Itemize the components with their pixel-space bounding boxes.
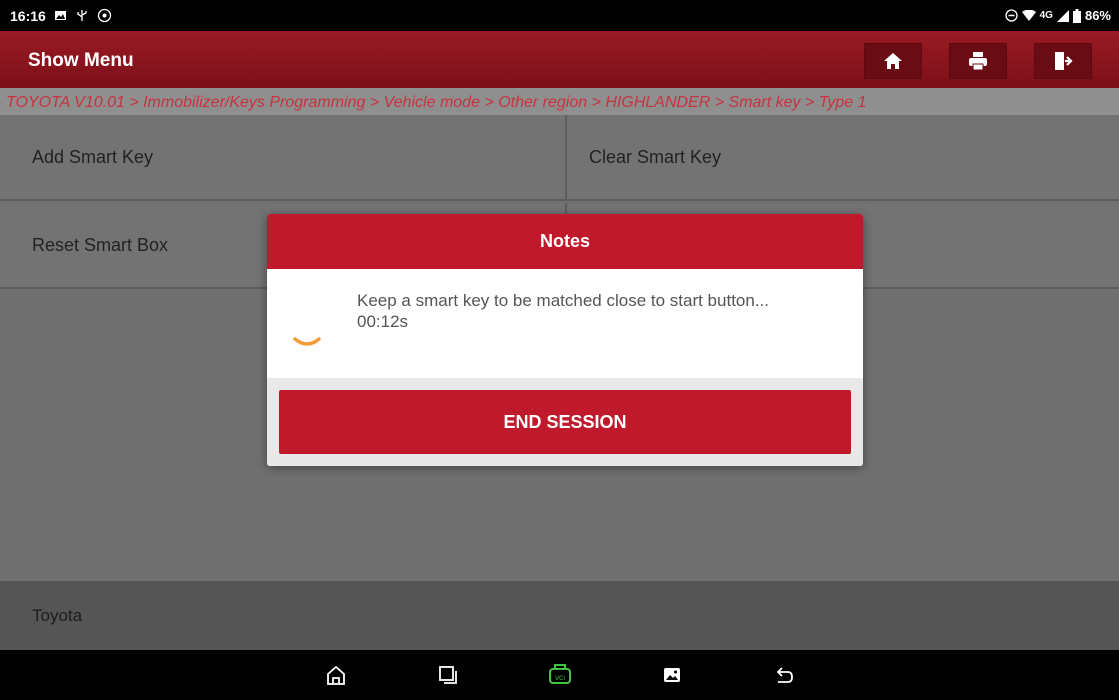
menu-item-clear-smart-key[interactable]: Clear Smart Key xyxy=(565,115,1119,201)
status-right: 4G 86% xyxy=(1004,8,1111,23)
app-header: Show Menu xyxy=(0,31,1119,91)
page-title: Show Menu xyxy=(28,50,134,71)
battery-icon xyxy=(1072,8,1081,23)
usb-icon xyxy=(75,9,89,23)
notes-dialog: Notes Keep a smart key to be matched clo… xyxy=(267,214,863,466)
print-button[interactable] xyxy=(949,43,1007,79)
nav-recent-apps-button[interactable] xyxy=(428,655,468,695)
home-icon xyxy=(326,665,345,685)
dialog-title: Notes xyxy=(267,214,863,269)
nav-vci-button[interactable]: VCI xyxy=(540,655,580,695)
loading-spinner-icon xyxy=(289,319,325,360)
menu-item-add-smart-key[interactable]: Add Smart Key xyxy=(0,115,565,201)
exit-icon xyxy=(1055,52,1073,70)
nav-back-button[interactable] xyxy=(764,655,804,695)
status-bar: 16:16 4G 86% xyxy=(0,0,1119,31)
screenshot-icon xyxy=(663,668,680,682)
signal-icon xyxy=(1056,9,1069,22)
gallery-notification-icon xyxy=(54,9,67,22)
exit-button[interactable] xyxy=(1034,43,1092,79)
nav-screenshot-button[interactable] xyxy=(652,655,692,695)
battery-level: 86% xyxy=(1084,8,1111,23)
end-session-button[interactable]: END SESSION xyxy=(279,390,851,454)
status-time: 16:16 xyxy=(10,7,46,24)
footer-bar: Toyota xyxy=(0,581,1119,650)
vci-icon: VCI xyxy=(548,664,571,684)
do-not-disturb-icon xyxy=(1004,9,1018,22)
nav-home-button[interactable] xyxy=(316,655,356,695)
breadcrumb: TOYOTA V10.01 > Immobilizer/Keys Program… xyxy=(0,88,1119,117)
system-nav-bar: VCI xyxy=(0,650,1119,700)
network-type: 4G xyxy=(1039,10,1053,21)
svg-text:VCI: VCI xyxy=(554,675,564,682)
dialog-message: Keep a smart key to be matched close to … xyxy=(357,291,769,332)
dialog-footer: END SESSION xyxy=(267,378,863,466)
settings-notification-icon xyxy=(97,8,112,23)
footer-label: Toyota xyxy=(32,605,83,625)
wifi-icon xyxy=(1021,9,1036,22)
dialog-body: Keep a smart key to be matched close to … xyxy=(267,269,863,378)
recent-apps-icon xyxy=(438,666,457,684)
home-button[interactable] xyxy=(864,43,922,79)
printer-icon xyxy=(969,52,987,71)
status-left: 16:16 xyxy=(10,8,112,24)
home-icon xyxy=(884,53,902,69)
back-icon xyxy=(776,667,793,683)
